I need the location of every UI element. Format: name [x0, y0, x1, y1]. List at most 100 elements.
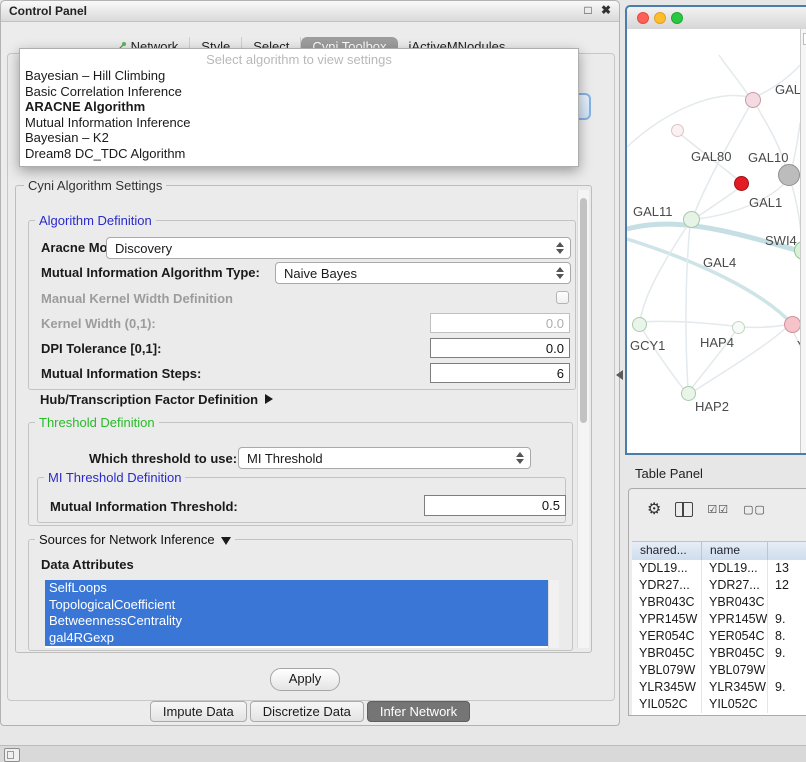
kernel-width-field — [430, 313, 570, 333]
table-row[interactable]: YBL079W YBL079W — [632, 662, 806, 679]
cell-shared-name[interactable]: YBR043C — [632, 594, 702, 611]
cell-value[interactable]: 12 — [768, 577, 806, 594]
network-node-pink[interactable] — [784, 316, 800, 333]
network-node[interactable] — [671, 124, 684, 137]
cell-value[interactable]: 9. — [768, 611, 806, 628]
network-node[interactable] — [681, 386, 696, 401]
apply-button[interactable]: Apply — [270, 668, 340, 691]
cell-shared-name[interactable]: YDL19... — [632, 560, 702, 577]
column-chooser-icon[interactable] — [675, 502, 693, 517]
cell-value[interactable]: 9. — [768, 679, 806, 696]
minimize-traffic-button[interactable] — [654, 12, 666, 24]
algorithm-option[interactable]: Bayesian – K2 — [20, 130, 578, 146]
minimized-panel-icon[interactable] — [4, 748, 20, 762]
cell-value[interactable]: 8. — [768, 628, 806, 645]
select-all-icon[interactable]: ☑☑ — [707, 503, 729, 516]
status-strip — [0, 745, 806, 762]
table-panel-title: Table Panel — [635, 466, 703, 481]
column-header-name[interactable]: name — [702, 542, 768, 560]
cell-name[interactable]: YIL052C — [702, 696, 768, 713]
cell-value[interactable] — [768, 594, 806, 611]
mi-type-combo[interactable]: Naive Bayes — [275, 262, 571, 284]
close-traffic-button[interactable] — [637, 12, 649, 24]
column-header-shared-name[interactable]: shared... — [632, 542, 702, 560]
cell-name[interactable]: YBR043C — [702, 594, 768, 611]
dropdown-placeholder[interactable]: Select algorithm to view settings — [20, 52, 578, 68]
algorithm-option[interactable]: Bayesian – Hill Climbing — [20, 68, 578, 84]
tab-discretize-data[interactable]: Discretize Data — [250, 701, 364, 722]
mi-threshold-field[interactable] — [424, 495, 566, 516]
cell-shared-name[interactable]: YPR145W — [632, 611, 702, 628]
gear-icon[interactable]: ⚙ — [647, 499, 661, 519]
cell-value[interactable]: 13 — [768, 560, 806, 577]
scrollbar-thumb[interactable] — [580, 198, 587, 423]
cell-shared-name[interactable]: YER054C — [632, 628, 702, 645]
algorithm-option[interactable]: Basic Correlation Inference — [20, 84, 578, 100]
sources-toggle[interactable]: Sources for Network Inference — [35, 532, 235, 547]
cell-name[interactable]: YDR27... — [702, 577, 768, 594]
aracne-mode-combo[interactable]: Discovery — [106, 237, 571, 259]
cell-value[interactable]: 9. — [768, 645, 806, 662]
combo-value: Naive Bayes — [276, 266, 551, 281]
tab-infer-network[interactable]: Infer Network — [367, 701, 470, 722]
network-node-gray[interactable] — [778, 164, 800, 186]
settings-scrollbar[interactable] — [577, 190, 589, 648]
tab-impute-data[interactable]: Impute Data — [150, 701, 247, 722]
restore-icon[interactable]: □ — [581, 3, 595, 17]
table-row[interactable]: YIL052C YIL052C — [632, 696, 806, 713]
cell-name[interactable]: YPR145W — [702, 611, 768, 628]
table-row[interactable]: YER054C YER054C 8. — [632, 628, 806, 645]
cell-shared-name[interactable]: YLR345W — [632, 679, 702, 696]
table-row[interactable]: YDL19... YDL19... 13 — [632, 560, 806, 577]
combo-value: MI Threshold — [239, 451, 511, 466]
close-icon[interactable]: ✖ — [599, 3, 613, 17]
attribute-item-selected[interactable]: BetweennessCentrality — [45, 613, 549, 630]
network-window-titlebar[interactable] — [627, 7, 806, 30]
panel-splitter-grip[interactable] — [616, 370, 623, 380]
algorithm-option-selected[interactable]: ARACNE Algorithm — [20, 99, 578, 115]
control-panel-titlebar[interactable]: Control Panel □ ✖ — [1, 1, 619, 22]
cell-name[interactable]: YBR045C — [702, 645, 768, 662]
mi-steps-field[interactable] — [430, 363, 570, 383]
network-node[interactable] — [683, 211, 700, 228]
hub-section-toggle[interactable]: Hub/Transcription Factor Definition — [40, 392, 273, 407]
cell-shared-name[interactable]: YBL079W — [632, 662, 702, 679]
attribute-item-selected[interactable]: SelfLoops — [45, 580, 549, 597]
table-row[interactable]: YDR27... YDR27... 12 — [632, 577, 806, 594]
algorithm-option[interactable]: Mutual Information Inference — [20, 115, 578, 131]
network-node[interactable] — [732, 321, 745, 334]
column-header-extra[interactable] — [768, 542, 806, 560]
zoom-traffic-button[interactable] — [671, 12, 683, 24]
network-canvas[interactable]: GAL8 GAL80 GAL10 GAL11 GAL1 SWI4 GAL4 GC… — [627, 29, 800, 453]
network-node-red[interactable] — [734, 176, 749, 191]
attribute-item-selected[interactable]: gal4RGexp — [45, 630, 549, 647]
threshold-definition-title: Threshold Definition — [35, 415, 159, 430]
attributes-scrollbar[interactable] — [548, 580, 559, 648]
mi-threshold-group-title: MI Threshold Definition — [44, 470, 185, 485]
table-row[interactable]: YBR045C YBR045C 9. — [632, 645, 806, 662]
node-label: GAL4 — [703, 255, 736, 270]
deselect-all-icon[interactable]: ▢▢ — [743, 503, 766, 516]
table-row[interactable]: YPR145W YPR145W 9. — [632, 611, 806, 628]
table-row[interactable]: YLR345W YLR345W 9. — [632, 679, 806, 696]
cell-name[interactable]: YDL19... — [702, 560, 768, 577]
cell-shared-name[interactable]: YIL052C — [632, 696, 702, 713]
cell-value[interactable] — [768, 662, 806, 679]
which-threshold-combo[interactable]: MI Threshold — [238, 447, 531, 469]
network-node[interactable] — [632, 317, 647, 332]
cell-name[interactable]: YLR345W — [702, 679, 768, 696]
dpi-tolerance-field[interactable] — [430, 338, 570, 358]
hub-section-label: Hub/Transcription Factor Definition — [40, 392, 258, 407]
cell-shared-name[interactable]: YDR27... — [632, 577, 702, 594]
cell-name[interactable]: YER054C — [702, 628, 768, 645]
cell-value[interactable] — [768, 696, 806, 713]
attribute-item-selected[interactable]: TopologicalCoefficient — [45, 597, 549, 614]
cell-name[interactable]: YBL079W — [702, 662, 768, 679]
network-node[interactable] — [745, 92, 761, 108]
algorithm-option[interactable]: Dream8 DC_TDC Algorithm — [20, 146, 578, 162]
cell-shared-name[interactable]: YBR045C — [632, 645, 702, 662]
table-row[interactable]: YBR043C YBR043C — [632, 594, 806, 611]
network-scrollbar[interactable] — [800, 29, 806, 453]
bottom-tab-bar: Impute Data Discretize Data Infer Networ… — [1, 701, 619, 722]
table-body: YDL19... YDL19... 13 YDR27... YDR27... 1… — [632, 560, 806, 715]
